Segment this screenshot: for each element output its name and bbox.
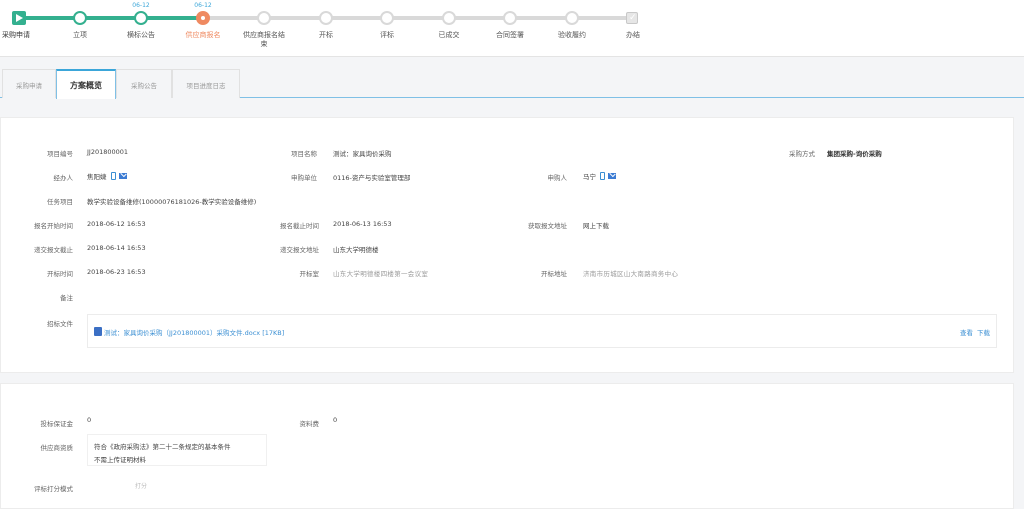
step-label: 开标 <box>319 31 333 39</box>
step-label: 采购申请 <box>2 31 30 39</box>
open-place-label: 开标室 <box>299 270 320 278</box>
signup-end: 2018-06-13 16:53 <box>333 220 392 228</box>
download-link[interactable]: 下载 <box>977 327 990 337</box>
step-label: 评标 <box>380 31 394 39</box>
detail-panel: 项目编号 JJ201800001 项目名称 测试：家具询价采购 采购方式 集团采… <box>0 117 1014 373</box>
submit-deadline-label: 递交报文截止 <box>34 246 73 254</box>
attachment-box: 测试：家具询价采购（JJ201800001）采购文件.docx [17KB] 查… <box>87 314 997 348</box>
score-mode-label: 评标打分模式 <box>34 485 73 493</box>
phone-icon[interactable] <box>600 172 605 180</box>
supplier-req-1: 符合《政府采购法》第二十二条规定的基本条件 <box>94 443 231 451</box>
step-label: 横标公告 <box>127 31 155 39</box>
step-node[interactable] <box>380 11 394 25</box>
open-place: 山东大学明德楼四楼第一会议室 <box>333 270 429 278</box>
open-time-label: 开标时间 <box>47 270 73 278</box>
bid-address: 网上下载 <box>583 222 609 230</box>
step-label: 合同签署 <box>496 31 524 39</box>
applicant: 马宁 <box>583 171 616 181</box>
step-node[interactable] <box>319 11 333 25</box>
word-file-icon <box>94 327 102 336</box>
step-node[interactable] <box>503 11 517 25</box>
view-link[interactable]: 查看 <box>960 327 973 337</box>
handler-label: 经办人 <box>53 174 74 182</box>
apply-unit-label: 申购单位 <box>291 174 317 182</box>
tab-purchase-request[interactable]: 采购申请 <box>2 69 56 98</box>
step-node[interactable] <box>73 11 87 25</box>
open-address: 济南市历城区山大南路商务中心 <box>583 270 679 278</box>
handler: 焦阳婕 <box>87 171 127 181</box>
tab-progress-log[interactable]: 项目进度日志 <box>172 69 240 98</box>
deposit: 0 <box>87 416 92 424</box>
step-node[interactable] <box>442 11 456 25</box>
step-node-current[interactable] <box>196 11 210 25</box>
signup-end-label: 报名截止时间 <box>280 222 319 230</box>
submit-address-label: 递交报文地址 <box>280 246 319 254</box>
progress-track-done <box>18 16 203 20</box>
step-label: 验收履约 <box>558 31 586 39</box>
supplier-req-2: 不需上传证明材料 <box>94 456 146 464</box>
purchase-method-label: 采购方式 <box>789 150 815 158</box>
step-label: 已成交 <box>438 31 460 39</box>
submit-address: 山东大学明德楼 <box>333 246 379 254</box>
tab-plan-overview[interactable]: 方案概览 <box>56 69 116 99</box>
open-time: 2018-06-23 16:53 <box>87 268 146 276</box>
tab-purchase-notice[interactable]: 采购公告 <box>116 69 172 98</box>
tab-bar: 采购申请 方案概览 采购公告 项目进度日志 <box>0 66 1024 99</box>
mail-icon[interactable] <box>608 173 616 179</box>
start-play-icon[interactable] <box>12 11 26 25</box>
doc-fee-label: 资料费 <box>299 420 320 428</box>
applicant-label: 申购人 <box>547 174 568 182</box>
phone-icon[interactable] <box>110 172 116 180</box>
signup-start: 2018-06-12 16:53 <box>87 220 146 228</box>
step-label: 供应商报名结束 <box>243 31 285 48</box>
project-name: 测试：家具询价采购 <box>333 150 392 158</box>
project-no: JJ201800001 <box>87 148 129 156</box>
open-address-label: 开标地址 <box>541 270 567 278</box>
project-name-label: 项目名称 <box>291 150 317 158</box>
purchase-method: 集团采购-询价采购 <box>827 150 882 158</box>
supplier-label: 供应商资质 <box>40 444 74 452</box>
step-node[interactable] <box>565 11 579 25</box>
step-label-current: 供应商报名 <box>185 31 221 39</box>
bid-address-label: 获取报文地址 <box>528 222 567 230</box>
step-date: 06-12 <box>194 2 212 9</box>
finish-check-icon[interactable]: ✓ <box>626 12 638 24</box>
apply-unit: 0116-资产与实验室管理部 <box>333 174 411 182</box>
step-label: 立项 <box>73 31 87 39</box>
step-label: 办结 <box>626 31 640 39</box>
workflow-progress: 采购申请 立项 06-12 横标公告 06-12 供应商报名 供应商报名结束 开… <box>0 0 1024 56</box>
step-node[interactable] <box>257 11 271 25</box>
remark-label: 备注 <box>60 294 73 302</box>
file-label: 招标文件 <box>47 320 73 328</box>
doc-fee: 0 <box>333 416 338 424</box>
extra-panel: 投标保证金 0 资料费 0 供应商资质 符合《政府采购法》第二十二条规定的基本条… <box>0 383 1014 509</box>
step-node[interactable] <box>134 11 148 25</box>
attachment-link[interactable]: 测试：家具询价采购（JJ201800001）采购文件.docx [17KB] <box>104 327 284 337</box>
supplier-requirements: 符合《政府采购法》第二十二条规定的基本条件 不需上传证明材料 <box>87 434 267 466</box>
score-mode-value: 打分 <box>135 483 148 490</box>
submit-deadline: 2018-06-14 16:53 <box>87 244 146 252</box>
task: 教学实验设备维修(10000076181026-教学实验设备维修) <box>87 198 257 206</box>
project-no-label: 项目编号 <box>47 150 73 158</box>
deposit-label: 投标保证金 <box>40 420 74 428</box>
signup-start-label: 报名开始时间 <box>34 222 73 230</box>
step-date: 06-12 <box>132 2 150 9</box>
header-divider <box>0 56 1024 57</box>
task-label: 任务项目 <box>47 198 73 206</box>
mail-icon[interactable] <box>118 173 127 179</box>
